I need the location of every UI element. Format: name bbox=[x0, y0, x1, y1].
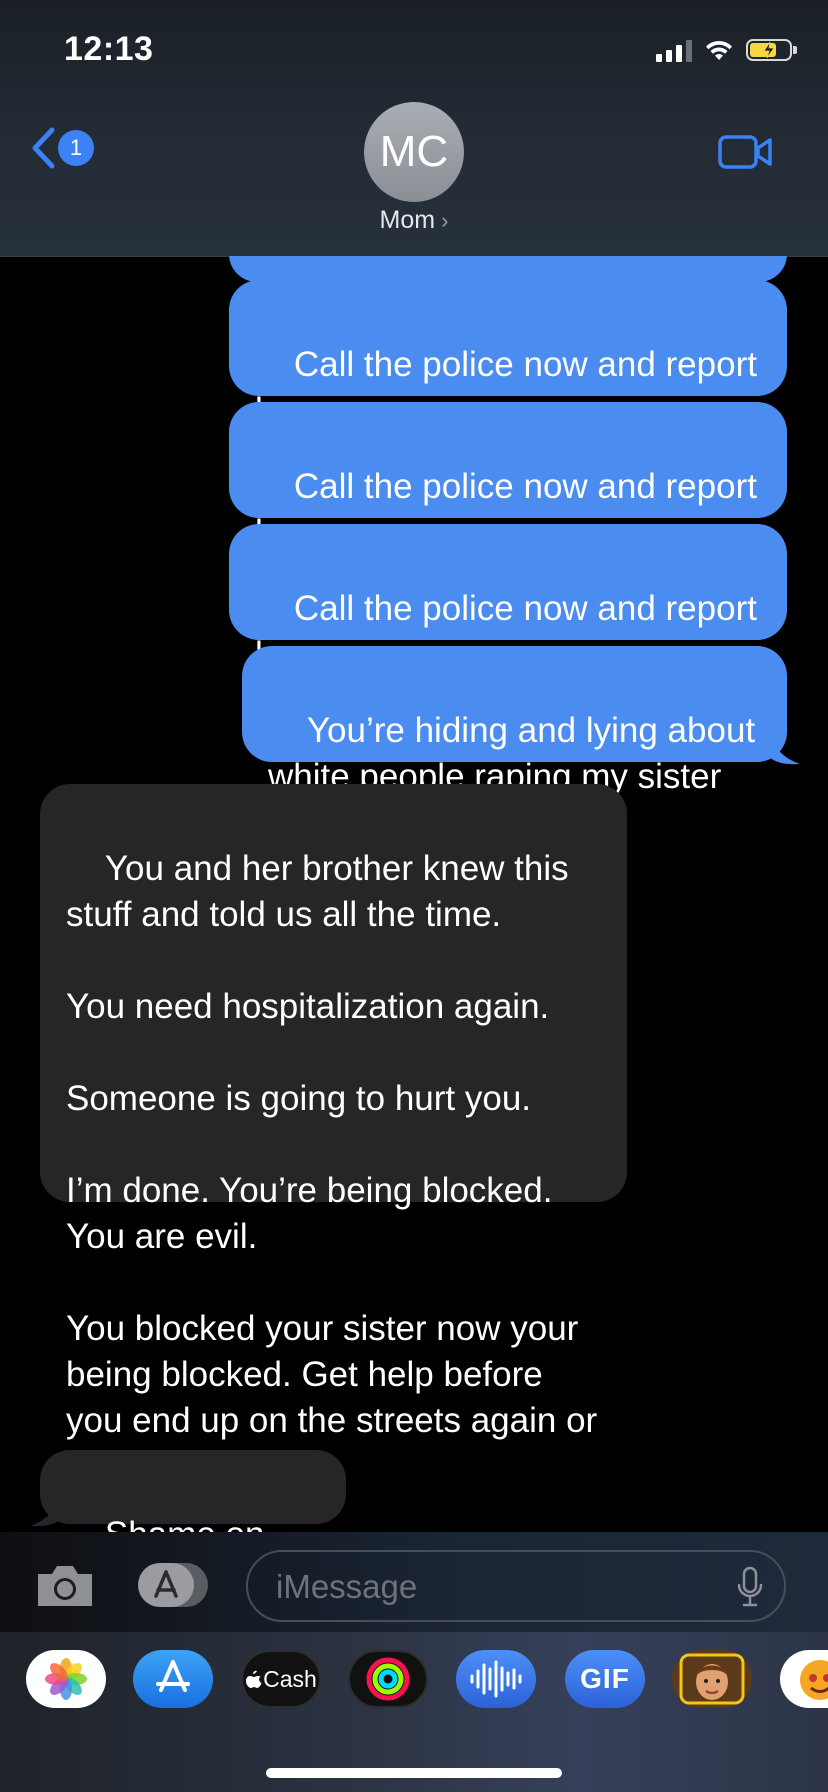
photos-icon bbox=[45, 1658, 87, 1700]
photos-app-button[interactable] bbox=[26, 1650, 106, 1708]
microphone-icon[interactable] bbox=[736, 1566, 764, 1608]
apple-cash-button[interactable]: Cash bbox=[241, 1650, 321, 1708]
message-bubble-outgoing[interactable]: Call the police now and report her rape bbox=[229, 402, 787, 552]
message-input-field[interactable] bbox=[246, 1550, 786, 1622]
message-bubble-outgoing[interactable] bbox=[229, 256, 787, 282]
message-thread[interactable]: Call the police now and report her rape … bbox=[0, 256, 828, 1532]
bubble-tail bbox=[768, 734, 800, 765]
memoji-icon bbox=[679, 1653, 745, 1705]
battery-charging-icon bbox=[746, 39, 797, 61]
wifi-icon bbox=[706, 40, 732, 60]
audio-message-icon bbox=[470, 1660, 522, 1698]
message-bubble-outgoing[interactable]: Call the police now and report her rape bbox=[229, 524, 787, 674]
animoji-button[interactable] bbox=[780, 1650, 828, 1708]
contact-avatar[interactable]: MC bbox=[364, 102, 464, 202]
audio-message-button[interactable] bbox=[456, 1650, 536, 1708]
app-store-icon bbox=[156, 1660, 190, 1692]
home-indicator[interactable] bbox=[266, 1768, 562, 1778]
contact-name: Mom bbox=[379, 206, 436, 234]
camera-icon[interactable] bbox=[34, 1562, 96, 1610]
status-time: 12:13 bbox=[64, 30, 154, 68]
apple-cash-icon: Cash bbox=[245, 1666, 317, 1693]
cellular-signal-icon bbox=[656, 38, 692, 62]
status-icons bbox=[656, 36, 797, 64]
gif-icon: GIF bbox=[580, 1663, 630, 1694]
message-bubble-incoming[interactable]: You and her brother knew this stuff and … bbox=[40, 784, 627, 1486]
contact-name-link[interactable]: Mom › bbox=[0, 206, 828, 235]
back-button[interactable]: 1 bbox=[30, 126, 94, 170]
unread-count-badge: 1 bbox=[58, 130, 94, 166]
message-input[interactable] bbox=[274, 1564, 718, 1610]
activity-app-button[interactable] bbox=[348, 1650, 428, 1708]
memoji-button[interactable] bbox=[672, 1650, 752, 1708]
message-bubble-outgoing[interactable]: Call the police now and report her rape bbox=[229, 280, 787, 430]
message-bubble-outgoing[interactable]: You’re hiding and lying about white peop… bbox=[242, 646, 787, 796]
app-store-app-button[interactable] bbox=[133, 1650, 213, 1708]
chevron-right-icon: › bbox=[441, 208, 449, 233]
video-call-icon[interactable] bbox=[718, 134, 772, 170]
chevron-left-icon bbox=[32, 127, 55, 169]
compose-bar bbox=[0, 1532, 828, 1632]
app-store-drawer-icon[interactable] bbox=[136, 1560, 212, 1610]
gif-button[interactable]: GIF bbox=[565, 1650, 645, 1708]
activity-icon bbox=[366, 1657, 410, 1701]
message-bubble-incoming[interactable]: Shame on you ! bbox=[40, 1450, 346, 1532]
animoji-icon bbox=[800, 1660, 828, 1700]
conversation-header: 12:13 1 MC Mom › bbox=[0, 0, 828, 257]
bubble-tail bbox=[30, 1496, 62, 1527]
